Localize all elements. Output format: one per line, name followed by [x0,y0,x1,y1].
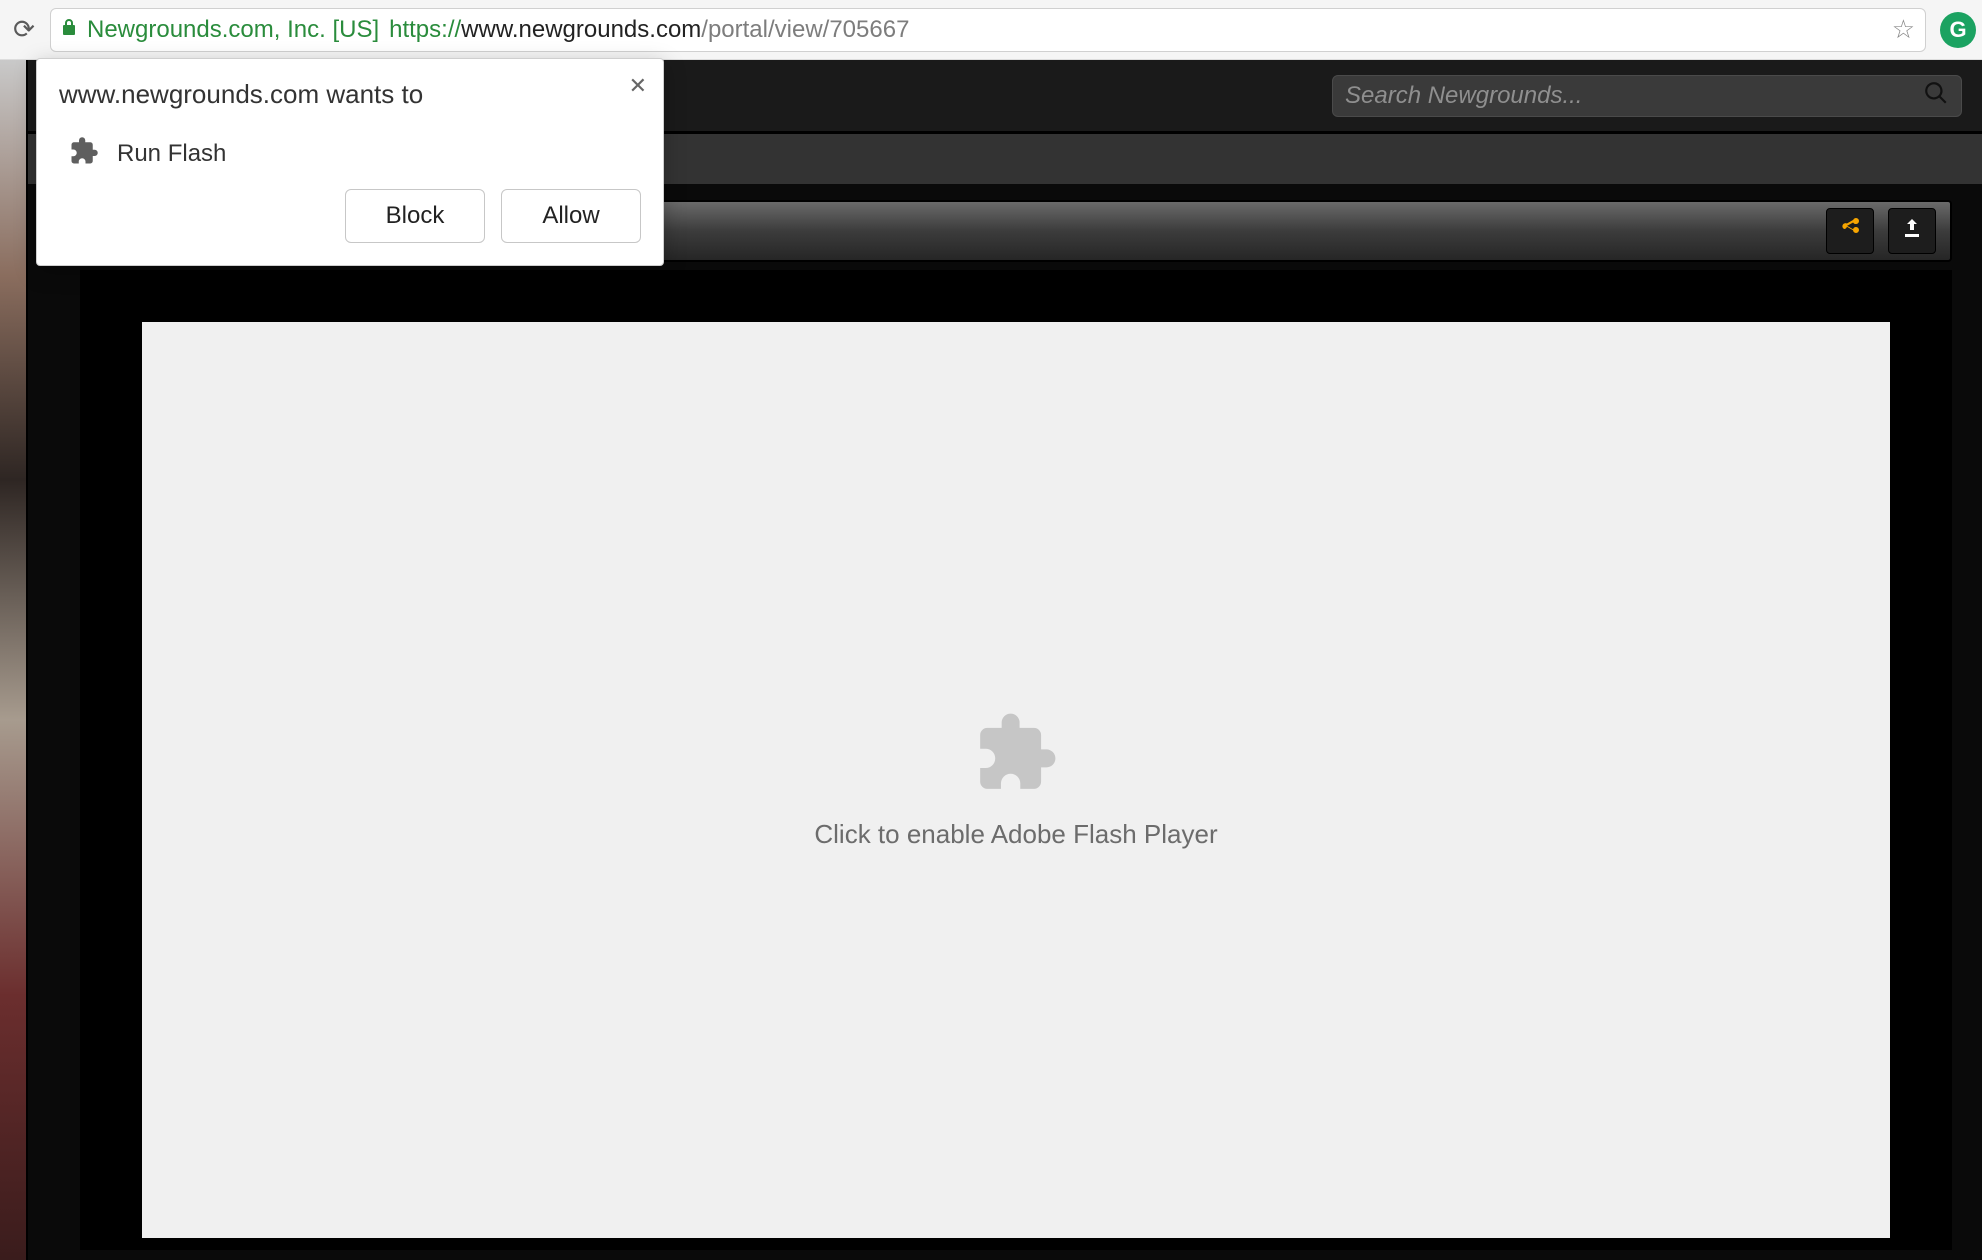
permission-title: www.newgrounds.com wants to [59,79,641,110]
url-host: www.newgrounds.com [461,16,701,43]
block-button[interactable]: Block [345,189,485,243]
sidebar-decoration [0,60,28,1260]
reload-icon: ⟳ [13,14,35,45]
flash-placeholder[interactable]: Click to enable Adobe Flash Player [142,322,1890,1238]
permission-buttons: Block Allow [59,189,641,243]
search-input[interactable] [1345,82,1913,110]
reload-button[interactable]: ⟳ [6,12,42,48]
permission-item-label: Run Flash [117,140,226,168]
lock-icon [61,18,77,41]
content-frame: Click to enable Adobe Flash Player [80,270,1952,1250]
share-button[interactable] [1826,208,1874,254]
site-search[interactable] [1332,75,1962,117]
close-button[interactable]: ✕ [629,73,647,99]
ev-certificate-label: Newgrounds.com, Inc. [US] [87,16,379,44]
url-path: /portal/view/705667 [701,16,909,43]
url-scheme: https:// [389,16,461,43]
browser-toolbar: ⟳ Newgrounds.com, Inc. [US] https://www.… [0,0,1982,60]
close-icon: ✕ [629,73,647,98]
puzzle-piece-icon [973,710,1059,801]
permission-item-row: Run Flash [59,130,641,189]
permission-dialog: ✕ www.newgrounds.com wants to Run Flash … [36,58,664,266]
upload-icon [1900,216,1924,247]
extension-badge-icon: G [1949,17,1966,43]
extension-badge[interactable]: G [1940,12,1976,48]
search-icon[interactable] [1923,80,1949,112]
address-bar[interactable]: Newgrounds.com, Inc. [US] https://www.ne… [50,8,1926,52]
allow-button[interactable]: Allow [501,189,641,243]
upload-button[interactable] [1888,208,1936,254]
flash-enable-text: Click to enable Adobe Flash Player [814,819,1217,850]
bookmark-star-icon[interactable]: ☆ [1892,14,1915,45]
share-icon [1838,216,1862,247]
url-display: https://www.newgrounds.com/portal/view/7… [389,16,909,44]
plugin-icon [69,136,99,171]
